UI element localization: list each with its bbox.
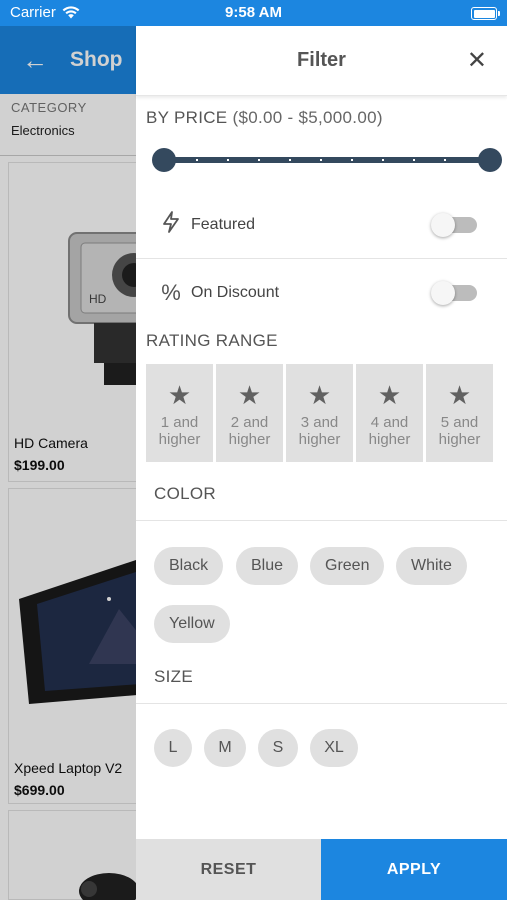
close-icon[interactable]: ✕	[467, 49, 487, 73]
color-chip-black[interactable]: Black	[154, 547, 224, 585]
status-bar: Carrier 9:58 AM	[0, 0, 507, 26]
price-label: BY PRICE	[146, 108, 228, 127]
slider-tick	[196, 159, 198, 161]
rating-grid: ★ 1 and higher ★ 2 and higher ★ 3 and hi…	[146, 364, 493, 462]
status-time: 9:58 AM	[225, 4, 282, 21]
price-section-title: BY PRICE ($0.00 - $5,000.00)	[146, 108, 383, 128]
slider-tick	[227, 159, 229, 161]
price-range: ($0.00 - $5,000.00)	[232, 108, 383, 127]
battery-icon	[471, 7, 500, 20]
lightning-icon	[151, 210, 191, 240]
star-icon: ★	[237, 380, 262, 410]
rating-option-label: 2 and higher	[228, 414, 271, 448]
color-chip-green[interactable]: Green	[310, 547, 385, 585]
rating-option-5[interactable]: ★ 5 and higher	[426, 364, 493, 462]
filter-title: Filter	[297, 49, 346, 71]
slider-tick	[444, 159, 446, 161]
rating-section-title: RATING RANGE	[146, 331, 278, 350]
filter-drawer: Filter ✕ BY PRICE ($0.00 - $5,000.00) Fe…	[136, 26, 507, 900]
discount-label: On Discount	[191, 284, 280, 301]
percent-icon: %	[161, 280, 181, 305]
slider-tick	[320, 159, 322, 161]
slider-tick	[258, 159, 260, 161]
discount-row[interactable]: % On Discount	[136, 259, 507, 327]
divider	[136, 520, 507, 521]
rating-option-label: 1 and higher	[158, 414, 201, 448]
toggle-knob	[431, 213, 455, 237]
toggle-knob	[431, 281, 455, 305]
size-chip-xl[interactable]: XL	[310, 729, 358, 767]
slider-track	[164, 157, 490, 163]
slider-tick	[351, 159, 353, 161]
discount-toggle[interactable]	[431, 281, 477, 305]
featured-row[interactable]: Featured	[136, 191, 507, 259]
apply-button[interactable]: APPLY	[321, 839, 507, 900]
slider-max-handle[interactable]	[478, 148, 502, 172]
slider-tick	[382, 159, 384, 161]
size-chip-s[interactable]: S	[258, 729, 298, 767]
color-chip-yellow[interactable]: Yellow	[154, 605, 230, 643]
slider-tick	[413, 159, 415, 161]
slider-tick	[289, 159, 291, 161]
featured-toggle[interactable]	[431, 213, 477, 237]
divider	[136, 703, 507, 704]
rating-option-label: 5 and higher	[438, 414, 481, 448]
price-range-slider[interactable]	[152, 148, 502, 172]
color-chip-white[interactable]: White	[396, 547, 467, 585]
size-chip-m[interactable]: M	[204, 729, 246, 767]
star-icon: ★	[167, 380, 192, 410]
rating-option-1[interactable]: ★ 1 and higher	[146, 364, 213, 462]
filter-header: Filter ✕	[136, 26, 507, 96]
star-icon: ★	[307, 380, 332, 410]
color-chip-blue[interactable]: Blue	[236, 547, 299, 585]
rating-option-2[interactable]: ★ 2 and higher	[216, 364, 283, 462]
rating-option-4[interactable]: ★ 4 and higher	[356, 364, 423, 462]
rating-option-label: 4 and higher	[368, 414, 411, 448]
star-icon: ★	[377, 380, 402, 410]
reset-button[interactable]: RESET	[136, 839, 321, 900]
slider-min-handle[interactable]	[152, 148, 176, 172]
overlay-scrim[interactable]	[0, 26, 136, 900]
size-chip-l[interactable]: L	[154, 729, 192, 767]
rating-option-label: 3 and higher	[298, 414, 341, 448]
featured-label: Featured	[191, 216, 256, 233]
size-section-title: SIZE	[154, 667, 193, 686]
star-icon: ★	[447, 380, 472, 410]
rating-option-3[interactable]: ★ 3 and higher	[286, 364, 353, 462]
color-section-title: COLOR	[154, 484, 216, 503]
